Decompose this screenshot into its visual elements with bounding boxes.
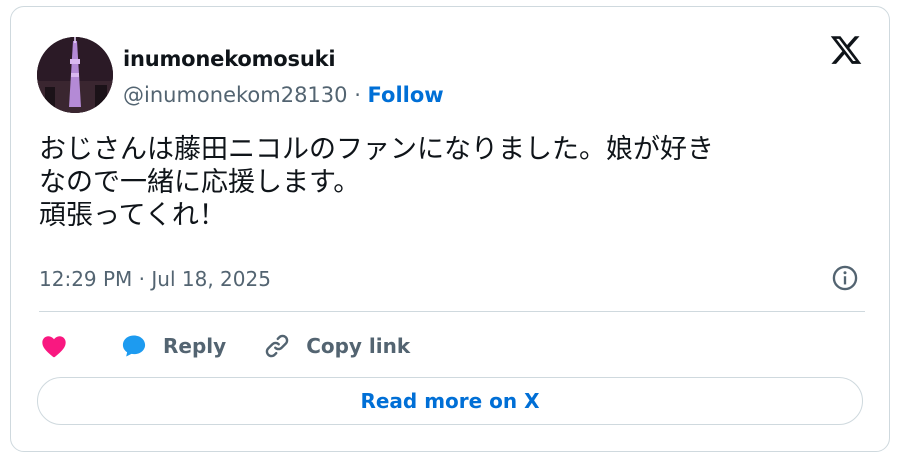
like-button[interactable]	[39, 332, 69, 360]
read-more-button[interactable]: Read more on X	[37, 377, 863, 425]
tweet-card: inumonekomosuki @inumonekom28130 · Follo…	[10, 6, 890, 452]
reply-label: Reply	[163, 334, 227, 358]
author-handle[interactable]: @inumonekom28130	[123, 83, 348, 107]
tweet-text: おじさんは藤田ニコルのファンになりました。娘が好き なので一緒に応援します。 頑…	[39, 133, 859, 232]
divider	[39, 311, 865, 312]
separator-dot: ·	[347, 83, 368, 107]
tweet-line: なので一緒に応援します。	[39, 167, 361, 198]
avatar[interactable]	[37, 37, 113, 113]
timestamp[interactable]: 12:29 PM · Jul 18, 2025	[39, 267, 271, 291]
link-icon	[265, 334, 289, 358]
reply-icon	[122, 335, 146, 357]
author-name[interactable]: inumonekomosuki	[123, 47, 336, 71]
heart-icon	[42, 336, 66, 358]
copy-link-label: Copy link	[306, 334, 411, 358]
tweet-line: 頑張ってくれ！	[39, 200, 226, 231]
action-bar: Reply Copy link	[39, 329, 410, 363]
reply-button[interactable]: Reply	[119, 332, 226, 360]
author-handle-row: @inumonekom28130 · Follow	[123, 83, 444, 107]
tweet-line: おじさんは藤田ニコルのファンになりました。娘が好き	[39, 134, 714, 165]
follow-button[interactable]: Follow	[368, 83, 444, 107]
copy-link-button[interactable]: Copy link	[262, 331, 410, 361]
x-logo-icon[interactable]	[829, 33, 863, 67]
info-icon[interactable]	[831, 264, 859, 292]
